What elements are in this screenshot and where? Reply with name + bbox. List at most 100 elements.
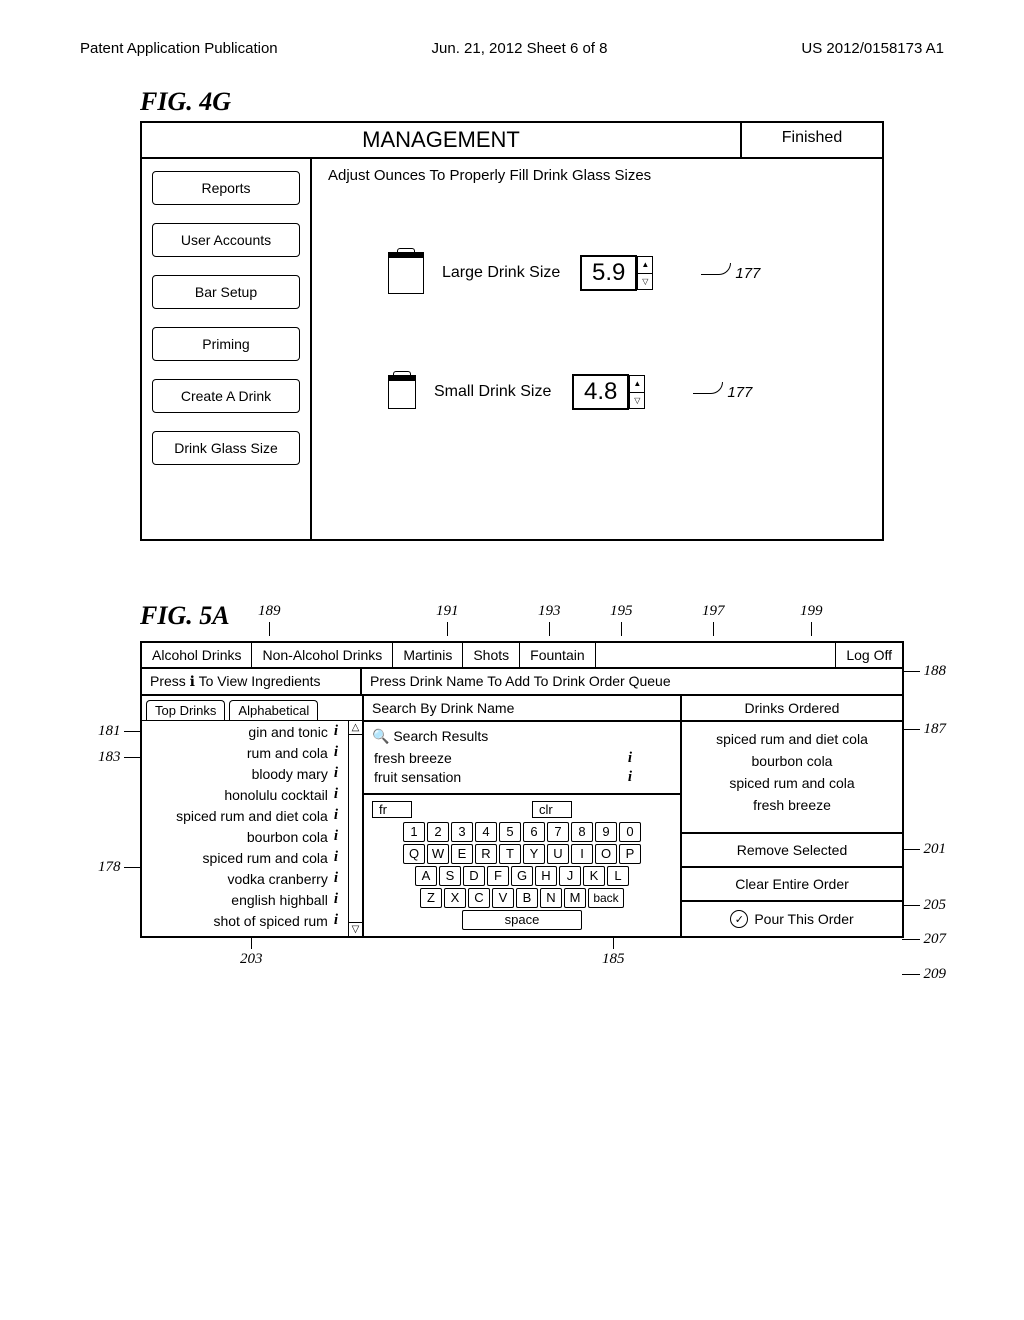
list-item[interactable]: gin and tonici xyxy=(142,721,346,742)
list-item[interactable]: vodka cranberryi xyxy=(142,868,346,889)
list-item[interactable]: english highballi xyxy=(142,889,346,910)
info-icon[interactable]: i xyxy=(334,744,338,761)
key-I[interactable]: I xyxy=(571,844,593,864)
pour-order-button[interactable]: ✓Pour This Order xyxy=(682,902,902,936)
key-4[interactable]: 4 xyxy=(475,822,497,842)
order-item[interactable]: bourbon cola xyxy=(688,750,896,772)
spinner-up-icon[interactable]: ▲ xyxy=(638,257,652,274)
key-8[interactable]: 8 xyxy=(571,822,593,842)
key-F[interactable]: F xyxy=(487,866,509,886)
reports-button[interactable]: Reports xyxy=(152,171,300,205)
remove-selected-button[interactable]: Remove Selected xyxy=(682,834,902,868)
key-N[interactable]: N xyxy=(540,888,562,908)
key-9[interactable]: 9 xyxy=(595,822,617,842)
spinner-down-icon[interactable]: ▽ xyxy=(630,393,644,409)
key-B[interactable]: B xyxy=(516,888,538,908)
scroll-down-icon[interactable]: ▽ xyxy=(349,922,362,936)
large-size-spinner[interactable]: ▲▽ xyxy=(637,256,653,290)
list-item[interactable]: rum and colai xyxy=(142,742,346,763)
key-X[interactable]: X xyxy=(444,888,466,908)
key-2[interactable]: 2 xyxy=(427,822,449,842)
scroll-up-icon[interactable]: △ xyxy=(349,721,362,735)
key-L[interactable]: L xyxy=(607,866,629,886)
list-item[interactable]: honolulu cocktaili xyxy=(142,784,346,805)
large-size-label: Large Drink Size xyxy=(442,264,562,282)
list-item[interactable]: spiced rum and colai xyxy=(142,847,346,868)
tab-fountain[interactable]: Fountain xyxy=(520,643,595,667)
key-C[interactable]: C xyxy=(468,888,490,908)
order-item[interactable]: spiced rum and cola xyxy=(688,772,896,794)
key-6[interactable]: 6 xyxy=(523,822,545,842)
tab-martinis[interactable]: Martinis xyxy=(393,643,463,667)
key-U[interactable]: U xyxy=(547,844,569,864)
key-3[interactable]: 3 xyxy=(451,822,473,842)
key-Q[interactable]: Q xyxy=(403,844,425,864)
key-1[interactable]: 1 xyxy=(403,822,425,842)
tab-alphabetical[interactable]: Alphabetical xyxy=(229,700,318,720)
finished-button[interactable]: Finished xyxy=(742,123,882,157)
key-P[interactable]: P xyxy=(619,844,641,864)
info-icon[interactable]: i xyxy=(628,750,632,767)
key-0[interactable]: 0 xyxy=(619,822,641,842)
info-icon[interactable]: i xyxy=(334,828,338,845)
key-space[interactable]: space xyxy=(462,910,582,930)
key-A[interactable]: A xyxy=(415,866,437,886)
info-icon[interactable]: i xyxy=(334,912,338,929)
tab-shots[interactable]: Shots xyxy=(463,643,520,667)
key-back[interactable]: back xyxy=(588,888,624,908)
key-H[interactable]: H xyxy=(535,866,557,886)
info-icon[interactable]: i xyxy=(334,786,338,803)
priming-button[interactable]: Priming xyxy=(152,327,300,361)
tab-logoff[interactable]: Log Off xyxy=(835,643,902,667)
key-M[interactable]: M xyxy=(564,888,586,908)
drink-glass-size-button[interactable]: Drink Glass Size xyxy=(152,431,300,465)
order-item[interactable]: spiced rum and diet cola xyxy=(688,728,896,750)
info-icon[interactable]: i xyxy=(334,807,338,824)
bar-setup-button[interactable]: Bar Setup xyxy=(152,275,300,309)
key-K[interactable]: K xyxy=(583,866,605,886)
small-size-value[interactable]: 4.8 xyxy=(572,374,629,410)
key-G[interactable]: G xyxy=(511,866,533,886)
clear-button[interactable]: clr xyxy=(532,801,572,818)
key-W[interactable]: W xyxy=(427,844,449,864)
key-J[interactable]: J xyxy=(559,866,581,886)
callout-199: 199 xyxy=(800,603,823,619)
info-icon[interactable]: i xyxy=(334,723,338,740)
key-5[interactable]: 5 xyxy=(499,822,521,842)
tab-nonalcohol[interactable]: Non-Alcohol Drinks xyxy=(252,643,393,667)
key-E[interactable]: E xyxy=(451,844,473,864)
list-item[interactable]: spiced rum and diet colai xyxy=(142,805,346,826)
search-result-item[interactable]: fresh breezei xyxy=(372,749,672,768)
key-D[interactable]: D xyxy=(463,866,485,886)
spinner-up-icon[interactable]: ▲ xyxy=(630,376,644,393)
key-Z[interactable]: Z xyxy=(420,888,442,908)
user-accounts-button[interactable]: User Accounts xyxy=(152,223,300,257)
key-O[interactable]: O xyxy=(595,844,617,864)
key-S[interactable]: S xyxy=(439,866,461,886)
tab-alcohol[interactable]: Alcohol Drinks xyxy=(142,643,252,667)
header-right: US 2012/0158173 A1 xyxy=(801,40,944,57)
small-size-spinner[interactable]: ▲▽ xyxy=(629,375,645,409)
key-V[interactable]: V xyxy=(492,888,514,908)
tab-top-drinks[interactable]: Top Drinks xyxy=(146,700,225,720)
info-icon[interactable]: i xyxy=(334,870,338,887)
key-7[interactable]: 7 xyxy=(547,822,569,842)
info-icon[interactable]: i xyxy=(334,849,338,866)
key-R[interactable]: R xyxy=(475,844,497,864)
list-item[interactable]: shot of spiced rumi xyxy=(142,910,346,931)
key-Y[interactable]: Y xyxy=(523,844,545,864)
list-item[interactable]: bourbon colai xyxy=(142,826,346,847)
search-input[interactable]: fr xyxy=(372,801,412,818)
clear-order-button[interactable]: Clear Entire Order xyxy=(682,868,902,902)
key-T[interactable]: T xyxy=(499,844,521,864)
search-result-item[interactable]: fruit sensationi xyxy=(372,768,672,787)
spinner-down-icon[interactable]: ▽ xyxy=(638,274,652,290)
info-icon[interactable]: i xyxy=(334,765,338,782)
info-icon[interactable]: i xyxy=(628,769,632,786)
scrollbar[interactable]: △ ▽ xyxy=(348,721,362,936)
info-icon[interactable]: i xyxy=(334,891,338,908)
order-item[interactable]: fresh breeze xyxy=(688,794,896,816)
large-size-value[interactable]: 5.9 xyxy=(580,255,637,291)
list-item[interactable]: bloody maryi xyxy=(142,763,346,784)
create-drink-button[interactable]: Create A Drink xyxy=(152,379,300,413)
